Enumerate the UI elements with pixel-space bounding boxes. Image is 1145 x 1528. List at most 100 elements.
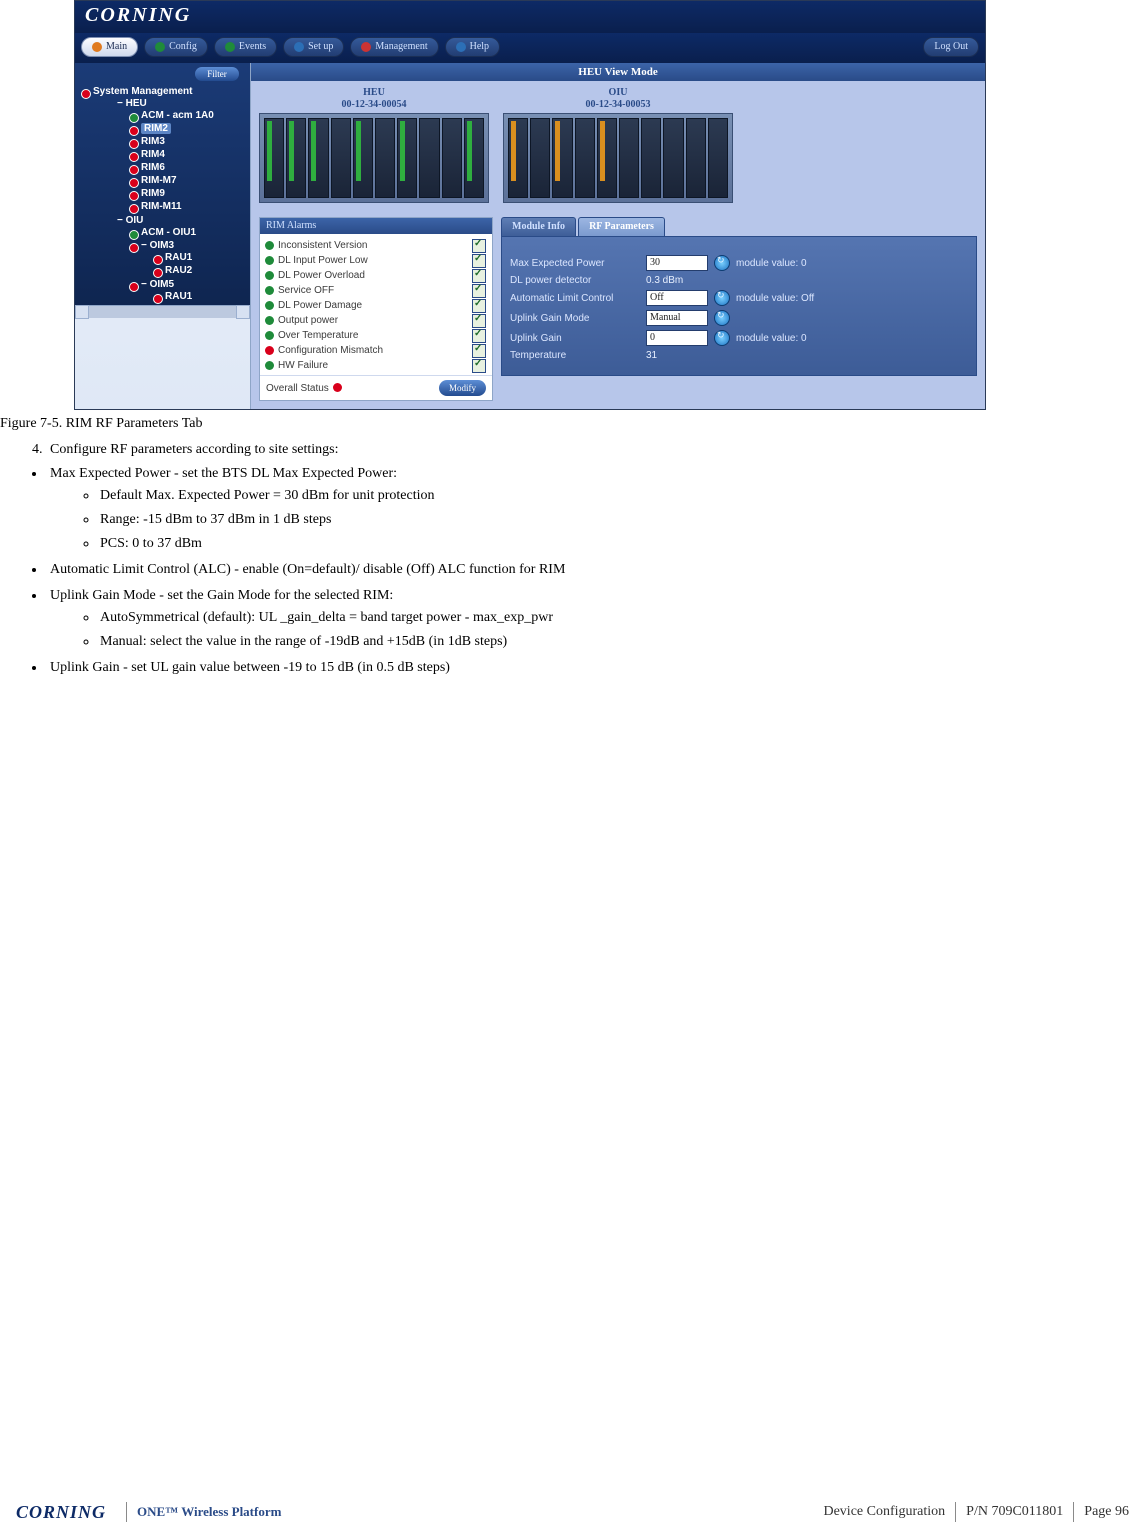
card-oiu-id: 00-12-34-00053 [503, 99, 733, 111]
tree-oim3-rau2-label: RAU2 [165, 265, 192, 276]
rf-alc-input[interactable] [646, 290, 708, 306]
rf-dlpd-value: 0.3 dBm [646, 275, 716, 286]
menu-setup[interactable]: Set up [283, 37, 344, 57]
refresh-icon[interactable] [714, 330, 730, 346]
tree-rim2-label: RIM2 [141, 123, 171, 134]
tree-oim5-label: OIM5 [150, 279, 174, 290]
rf-ugm-input[interactable] [646, 310, 708, 326]
tab-rf-parameters[interactable]: RF Parameters [578, 217, 665, 236]
rack-slot [264, 118, 284, 198]
management-icon [361, 42, 371, 52]
card-heu[interactable]: HEU 00-12-34-00054 [259, 87, 489, 203]
sidebar: Filter System Management − HEU ACM - acm… [75, 63, 250, 318]
footer-divider [126, 1502, 127, 1522]
card-oiu-rack [503, 113, 733, 203]
alarm-check-icon[interactable] [472, 254, 486, 268]
alarm-label: Service OFF [278, 285, 334, 296]
tree-rim4[interactable]: RIM4 [127, 148, 250, 161]
alarm-check-icon[interactable] [472, 314, 486, 328]
alarm-label: Inconsistent Version [278, 240, 368, 251]
alarm-check-icon[interactable] [472, 269, 486, 283]
alarm-check-icon[interactable] [472, 344, 486, 358]
tree-rim3[interactable]: RIM3 [127, 135, 250, 148]
bullet-ug: Uplink Gain - set UL gain value between … [46, 660, 1145, 676]
alarm-check-icon[interactable] [472, 359, 486, 373]
menu-config[interactable]: Config [144, 37, 208, 57]
tab-module-info[interactable]: Module Info [501, 217, 576, 236]
tree-oim3-rau1[interactable]: RAU1 [151, 251, 250, 264]
tree-oim3-rau2[interactable]: RAU2 [151, 264, 250, 277]
rack-slot [353, 118, 373, 198]
refresh-icon[interactable] [714, 310, 730, 326]
sub-ugm-manual: Manual: select the value in the range of… [98, 634, 1145, 650]
alarm-check-icon[interactable] [472, 284, 486, 298]
card-oiu-title: OIU [503, 87, 733, 99]
tree-rim6-label: RIM6 [141, 162, 165, 173]
alarm-label: DL Input Power Low [278, 255, 368, 266]
rack-slot [442, 118, 462, 198]
brand-bar: CORNING [75, 1, 985, 33]
tree-rim2[interactable]: RIM2 [127, 122, 250, 135]
rack-slot [663, 118, 683, 198]
sub-mep-pcs: PCS: 0 to 37 dBm [98, 536, 1145, 552]
screenshot-app-window: CORNING Main Config Events Set up Manage… [74, 0, 986, 410]
rf-temp-value: 31 [646, 350, 716, 361]
tree-oim5[interactable]: − OIM5 RAU1 [127, 278, 250, 304]
menu-help[interactable]: Help [445, 37, 500, 57]
rf-ug-note: module value: 0 [736, 333, 807, 344]
modify-button[interactable]: Modify [439, 380, 486, 396]
view-mode-header: HEU View Mode [251, 63, 985, 81]
rf-alc-label: Automatic Limit Control [510, 293, 640, 304]
alarm-row: Service OFF [264, 283, 488, 298]
menu-help-label: Help [470, 38, 489, 56]
alarm-row: DL Power Overload [264, 268, 488, 283]
sidebar-scrollbar[interactable] [75, 305, 250, 318]
rack-slot [619, 118, 639, 198]
menu-management-label: Management [375, 38, 427, 56]
alarm-check-icon[interactable] [472, 239, 486, 253]
sub-mep-range: Range: -15 dBm to 37 dBm in 1 dB steps [98, 512, 1145, 528]
tree-rim-m7[interactable]: RIM-M7 [127, 174, 250, 187]
rf-ugm-label: Uplink Gain Mode [510, 313, 640, 324]
scroll-right-icon[interactable] [236, 305, 250, 319]
rack-slot [597, 118, 617, 198]
tree-oiu-acm[interactable]: ACM - OIU1 [127, 226, 250, 239]
figure-caption: Figure 7-5. RIM RF Parameters Tab [0, 416, 1145, 432]
refresh-icon[interactable] [714, 290, 730, 306]
tree-heu[interactable]: − HEU ACM - acm 1A0 RIM2 RIM3 RIM4 RIM6 … [103, 97, 250, 214]
tree-oim3[interactable]: − OIM3 RAU1 RAU2 [127, 239, 250, 278]
alarm-check-icon[interactable] [472, 299, 486, 313]
tree-rim9-label: RIM9 [141, 188, 165, 199]
menu-main[interactable]: Main [81, 37, 138, 57]
rack-slot [552, 118, 572, 198]
tree-rim9[interactable]: RIM9 [127, 187, 250, 200]
filter-button[interactable]: Filter [195, 67, 239, 81]
tree-rim-m11[interactable]: RIM-M11 [127, 200, 250, 213]
card-oiu[interactable]: OIU 00-12-34-00053 [503, 87, 733, 203]
rf-mep-input[interactable] [646, 255, 708, 271]
rack-slot [375, 118, 395, 198]
tree-oim5-rau1[interactable]: RAU1 [151, 290, 250, 303]
scroll-left-icon[interactable] [75, 305, 89, 319]
rack-slot [419, 118, 439, 198]
tree-oiu[interactable]: − OIU ACM - OIU1 − OIM3 RAU1 RAU2 − OIM5 [103, 214, 250, 305]
rf-ug-input[interactable] [646, 330, 708, 346]
menu-management[interactable]: Management [350, 37, 438, 57]
tree-rim3-label: RIM3 [141, 136, 165, 147]
footer-pn: P/N 709C011801 [966, 1504, 1063, 1520]
alarm-check-icon[interactable] [472, 329, 486, 343]
rf-dlpd-label: DL power detector [510, 275, 640, 286]
footer-platform: ONE™ Wireless Platform [137, 1504, 281, 1520]
menu-events[interactable]: Events [214, 37, 277, 57]
rack-slot [508, 118, 528, 198]
tree-root[interactable]: System Management − HEU ACM - acm 1A0 RI… [79, 85, 250, 306]
tree-heu-acm[interactable]: ACM - acm 1A0 [127, 109, 250, 122]
menu-logout[interactable]: Log Out [923, 37, 979, 57]
alarms-panel: RIM Alarms Inconsistent Version DL Input… [259, 217, 493, 401]
tree-rim6[interactable]: RIM6 [127, 161, 250, 174]
bullet-ugm-text: Uplink Gain Mode - set the Gain Mode for… [50, 588, 393, 603]
footer-brand: CORNING [16, 1503, 106, 1521]
alarm-row: DL Input Power Low [264, 253, 488, 268]
refresh-icon[interactable] [714, 255, 730, 271]
page-footer: CORNING ONE™ Wireless Platform Device Co… [0, 1502, 1145, 1522]
